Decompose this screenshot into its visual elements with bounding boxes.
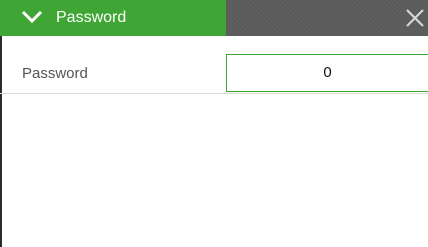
- section-toggle[interactable]: Password: [0, 0, 226, 36]
- row-divider: [0, 93, 428, 94]
- chevron-down-icon: [22, 10, 42, 24]
- password-input[interactable]: 0: [226, 54, 428, 92]
- password-dialog: Password Password 0: [0, 0, 428, 247]
- close-icon[interactable]: [404, 7, 426, 29]
- header-bar: [226, 0, 428, 36]
- dialog-header: Password: [0, 0, 428, 36]
- dialog-title: Password: [56, 9, 127, 26]
- password-label: Password: [22, 65, 88, 82]
